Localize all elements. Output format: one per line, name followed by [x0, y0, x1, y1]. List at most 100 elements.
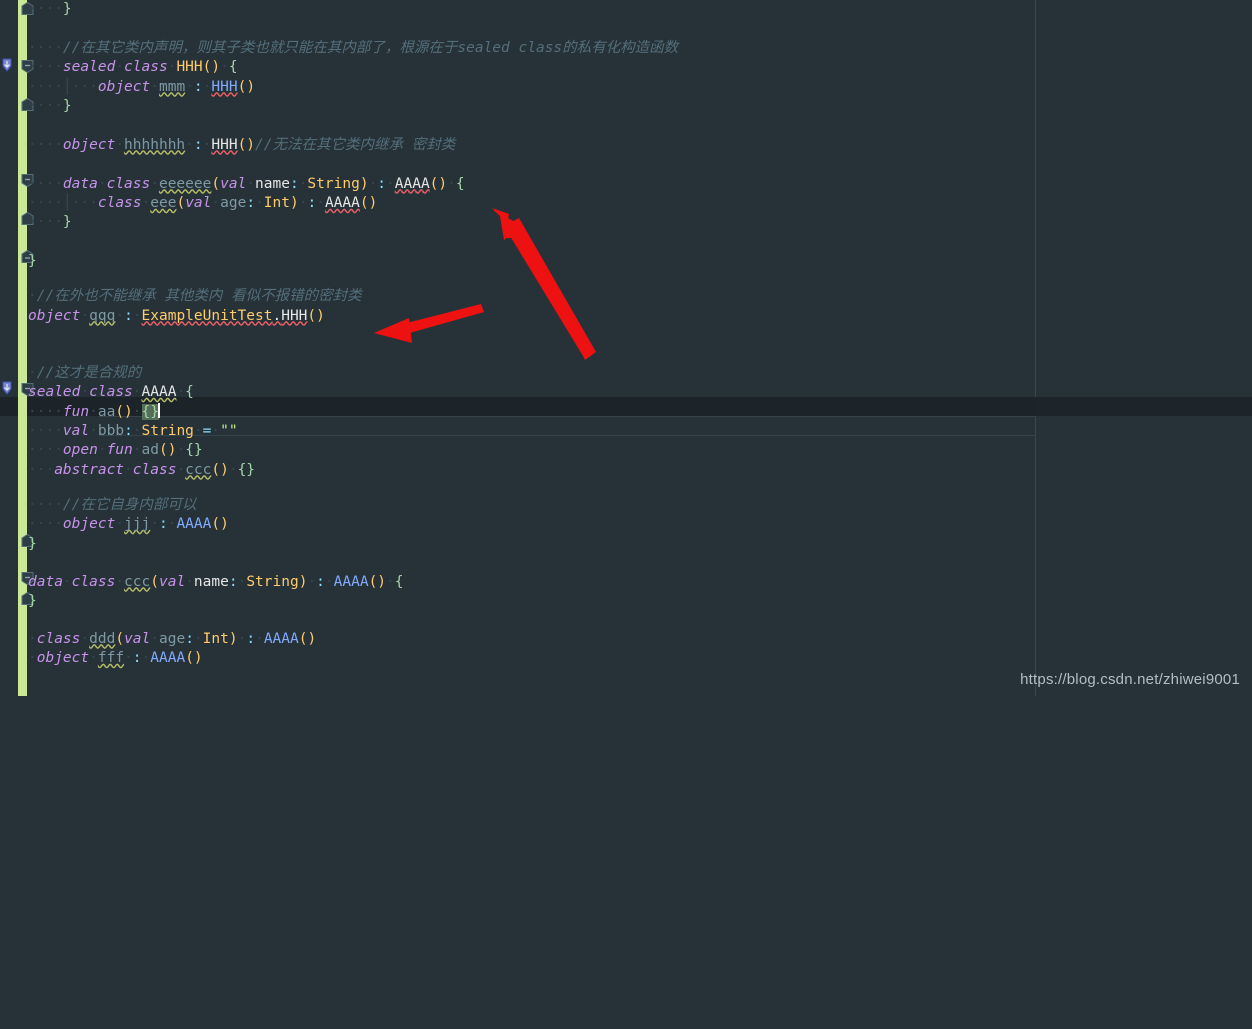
token-parens: ()	[211, 461, 229, 478]
code-line[interactable]: ····│···class·eee(val·age:·Int)·:·AAAA()	[0, 194, 1252, 213]
indent-guide: │	[62, 195, 72, 211]
token-paren-open: (	[150, 573, 159, 590]
code-line[interactable]: ····//在它自身内部可以	[0, 496, 1252, 515]
token-colon: :	[132, 649, 142, 666]
space-dot: ·	[132, 403, 142, 420]
token-class-ref-ExampleUnitTest: ExampleUnitTest	[141, 307, 273, 324]
token-parens: ()	[368, 573, 387, 590]
space-dot: ·	[193, 422, 203, 439]
space-dot: ·	[255, 195, 264, 211]
code-line[interactable]: ····val·bbb:·String·=·""	[0, 422, 1252, 441]
code-line[interactable]: sealed·class·AAAA·{	[0, 383, 1252, 402]
token-keyword-fun: fun	[106, 442, 133, 459]
token-identifier-hhhhhhh: hhhhhhh	[124, 136, 186, 153]
token-keyword-object: object	[62, 136, 116, 153]
token-brace-selected: {}	[141, 403, 159, 420]
indent-dots: ····	[28, 422, 63, 439]
space-dot: ·	[62, 573, 72, 590]
indent-dots: ····	[28, 195, 63, 211]
token-comment: //这才是合规的	[36, 364, 142, 381]
space-dot: ·	[176, 461, 186, 478]
space-dot: ·	[386, 573, 395, 590]
code-line[interactable]: ···abstract·class·ccc()·{}	[0, 461, 1252, 480]
space-dot: ·	[115, 573, 125, 590]
space-dot: ·	[115, 307, 125, 324]
token-parens: ()	[211, 516, 229, 533]
space-dot: ·	[316, 195, 325, 211]
code-line[interactable]: ····object·hhhhhhh·:·HHH()//无法在其它类内继承 密封…	[0, 136, 1252, 155]
token-comment-code: sealed class	[457, 39, 563, 56]
token-dot: .	[272, 307, 282, 324]
token-class-ref-AAAA: AAAA	[394, 175, 430, 192]
code-line[interactable]: }	[0, 252, 1252, 271]
token-parens: ()	[115, 403, 133, 420]
token-keyword-object: object	[62, 516, 116, 533]
token-parens: ()	[202, 59, 221, 76]
token-parens: ()	[298, 630, 317, 647]
token-paren-close: )	[359, 175, 369, 192]
code-line[interactable]: ·//在外也不能继承 其他类内 看似不报错的密封类	[0, 287, 1252, 306]
code-line[interactable]: ·//这才是合规的	[0, 364, 1252, 383]
code-line[interactable]: ····}	[0, 97, 1252, 116]
indent-dots: ····	[28, 496, 63, 513]
token-keyword-class: class	[71, 573, 116, 590]
space-dot: ·	[115, 59, 125, 76]
indent-dots: ···	[28, 461, 55, 478]
indent-dots: ····	[28, 78, 63, 95]
token-keyword-sealed: sealed	[28, 384, 81, 401]
code-line[interactable]: ·class·ddd(val·age:·Int)·:·AAAA()	[0, 630, 1252, 649]
space-dot: ·	[80, 307, 90, 324]
token-brace: }	[62, 1, 72, 17]
code-line[interactable]: }	[0, 592, 1252, 611]
space-dot: ·	[237, 573, 247, 590]
code-line[interactable]: ····│···object·mmm·:·HHH()	[0, 78, 1252, 97]
code-line[interactable]: }	[0, 535, 1252, 554]
indent-dots: ····	[28, 59, 63, 76]
code-line[interactable]: ·object·fff·:·AAAA()	[0, 649, 1252, 668]
code-area[interactable]: ····} ····//在其它类内声明，则其子类也就只能在其内部了，根源在于se…	[0, 0, 1252, 696]
code-line[interactable]: object·qqq·:·ExampleUnitTest.HHH()	[0, 307, 1252, 326]
indent-dots: ····	[28, 442, 63, 459]
indent-dots: ····	[28, 39, 63, 56]
space-dot: ·	[447, 175, 456, 192]
token-brace: }	[28, 535, 37, 552]
code-line[interactable]: ····}	[0, 0, 1252, 19]
space-dot: ·	[386, 175, 395, 192]
space-dot: ·	[28, 364, 37, 381]
token-keyword-class: class	[89, 384, 133, 401]
token-identifier-qqq: qqq	[89, 307, 116, 324]
token-keyword-object: object	[28, 307, 81, 324]
token-property-bbb: bbb	[97, 422, 125, 439]
code-line-current[interactable]: ····fun·aa()·{}	[0, 402, 1252, 422]
token-brace: }	[28, 593, 37, 609]
token-keyword-sealed: sealed	[62, 59, 116, 76]
space-dot: ·	[89, 649, 98, 666]
token-parens: ()	[359, 195, 378, 211]
token-keyword-val: val	[158, 573, 186, 590]
code-line[interactable]: ····sealed·class·HHH()·{	[0, 58, 1252, 77]
space-dot: ·	[132, 307, 142, 324]
token-type-Int: Int	[263, 195, 290, 211]
space-dot: ·	[176, 442, 186, 459]
token-parens: ()	[185, 649, 203, 666]
space-dot: ·	[211, 422, 221, 439]
code-line[interactable]: ····open·fun·ad()·{}	[0, 441, 1252, 460]
token-string-literal: ""	[220, 422, 238, 439]
token-keyword-object: object	[36, 649, 90, 666]
token-colon: :	[185, 630, 194, 647]
token-class-name-ccc: ccc	[124, 573, 151, 590]
token-keyword-data: data	[62, 175, 98, 192]
token-braces: {}	[237, 461, 256, 478]
code-editor[interactable]: ····} ····//在其它类内声明，则其子类也就只能在其内部了，根源在于se…	[0, 0, 1252, 696]
token-keyword-val: val	[185, 195, 212, 211]
token-brace: }	[62, 214, 72, 231]
code-line[interactable]: ····data·class·eeeeee(val·name:·String)·…	[0, 175, 1252, 194]
token-colon: :	[246, 195, 256, 211]
code-line[interactable]: ····//在其它类内声明，则其子类也就只能在其内部了，根源在于sealed c…	[0, 39, 1252, 58]
indent-dots: ····	[28, 98, 63, 114]
token-class-name-HHH: HHH	[176, 59, 203, 76]
code-line[interactable]: ····object·jjj·:·AAAA()	[0, 515, 1252, 534]
code-line[interactable]: ····}	[0, 213, 1252, 232]
code-line[interactable]: data·class·ccc(val·name:·String)·:·AAAA(…	[0, 573, 1252, 592]
token-class-ref-HHH: HHH	[211, 136, 238, 153]
